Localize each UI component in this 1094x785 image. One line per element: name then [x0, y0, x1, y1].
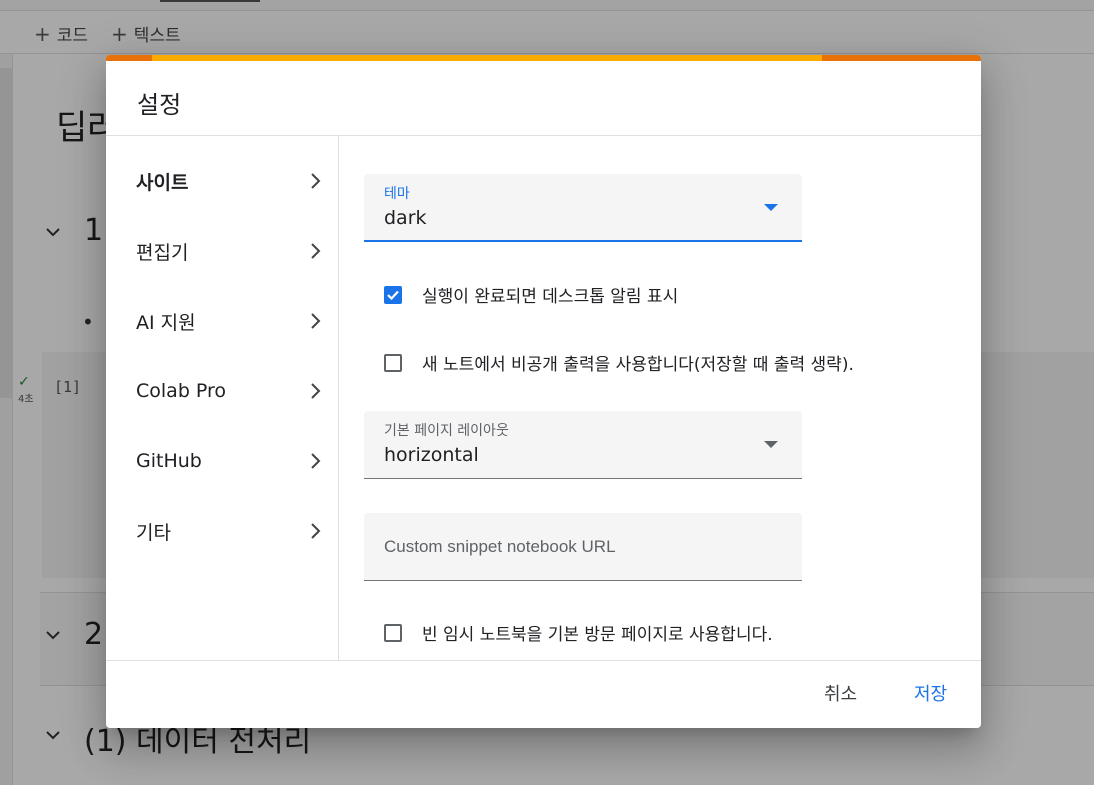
chevron-right-icon	[311, 383, 321, 399]
nav-item-site[interactable]: 사이트	[136, 163, 321, 199]
checkmark-icon	[387, 290, 399, 300]
chevron-right-icon	[311, 523, 321, 539]
theme-select[interactable]: 테마 dark	[364, 174, 802, 242]
nav-item-label: GitHub	[136, 450, 202, 472]
nav-item-label: Colab Pro	[136, 380, 227, 402]
theme-value: dark	[384, 207, 427, 229]
field-underline	[364, 240, 802, 242]
dialog-accent-bar	[106, 55, 981, 61]
private-output-option[interactable]: 새 노트에서 비공개 출력을 사용합니다(저장할 때 출력 생략).	[384, 350, 854, 375]
notify-option[interactable]: 실행이 완료되면 데스크톱 알림 표시	[384, 282, 678, 307]
save-button[interactable]: 저장	[914, 680, 947, 706]
private-output-checkbox[interactable]	[384, 353, 402, 372]
nav-item-github[interactable]: GitHub	[136, 443, 321, 479]
dropdown-arrow-icon	[764, 204, 778, 211]
dropdown-arrow-icon	[764, 441, 778, 448]
field-underline	[364, 478, 802, 479]
chevron-right-icon	[311, 313, 321, 329]
scratch-notebook-checkbox[interactable]	[384, 623, 402, 642]
divider	[106, 660, 981, 661]
chevron-right-icon	[311, 173, 321, 189]
notify-label: 실행이 완료되면 데스크톱 알림 표시	[422, 287, 679, 307]
layout-select[interactable]: 기본 페이지 레이아웃 horizontal	[364, 411, 802, 479]
scratch-notebook-option[interactable]: 빈 임시 노트북을 기본 방문 페이지로 사용합니다.	[384, 620, 773, 645]
snippet-url-field[interactable]	[364, 513, 802, 581]
nav-item-label: 기타	[136, 521, 171, 544]
accent-bar-right	[822, 55, 981, 61]
dialog-title: 설정	[137, 91, 182, 119]
notify-checkbox[interactable]	[384, 285, 402, 304]
settings-dialog: 설정 사이트 편집기 AI 지원 Colab Pro GitHub 기타 테마 …	[106, 55, 981, 728]
snippet-url-input[interactable]	[364, 513, 802, 581]
chevron-right-icon	[311, 243, 321, 259]
chevron-right-icon	[311, 453, 321, 469]
cancel-button[interactable]: 취소	[824, 680, 857, 706]
theme-label: 테마	[384, 186, 410, 202]
field-underline	[364, 580, 802, 581]
nav-item-editor[interactable]: 편집기	[136, 233, 321, 269]
layout-value: horizontal	[384, 444, 479, 466]
nav-item-label: 사이트	[136, 171, 189, 194]
layout-label: 기본 페이지 레이아웃	[384, 423, 509, 439]
private-output-label: 새 노트에서 비공개 출력을 사용합니다(저장할 때 출력 생략).	[422, 355, 854, 375]
nav-item-misc[interactable]: 기타	[136, 513, 321, 549]
accent-bar-left	[106, 55, 152, 61]
settings-nav: 사이트 편집기 AI 지원 Colab Pro GitHub 기타	[106, 136, 339, 660]
nav-item-colab-pro[interactable]: Colab Pro	[136, 373, 321, 409]
scratch-notebook-label: 빈 임시 노트북을 기본 방문 페이지로 사용합니다.	[422, 625, 773, 645]
settings-content: 테마 dark 실행이 완료되면 데스크톱 알림 표시 새 노트에서 비공개 출…	[339, 136, 981, 660]
nav-item-label: AI 지원	[136, 311, 196, 334]
nav-item-label: 편집기	[136, 241, 189, 264]
nav-item-ai-assist[interactable]: AI 지원	[136, 303, 321, 339]
